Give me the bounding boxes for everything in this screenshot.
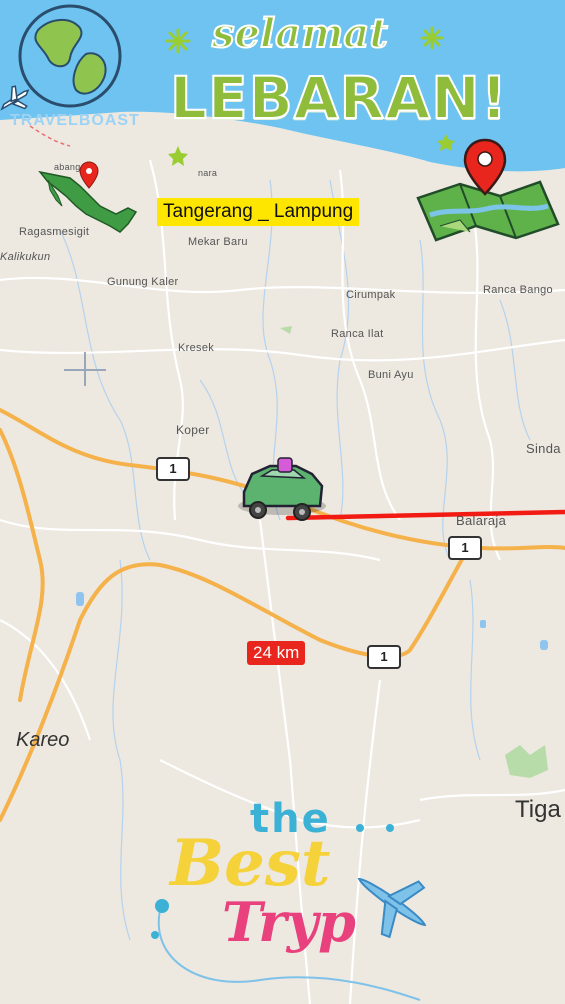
location-pin-small-icon — [79, 161, 99, 189]
greeting-sticker: selamat LEBARAN! — [156, 6, 508, 166]
place-ranca-bango: Ranca Bango — [483, 284, 553, 296]
place-kalikukun: Kalikukun — [0, 251, 51, 263]
place-ranca-ilat: Ranca Ilat — [331, 328, 384, 340]
location-pin-large-icon — [463, 138, 507, 196]
brand-watermark: TRAVELBOAST — [10, 112, 140, 129]
route-line — [285, 509, 565, 521]
car-icon[interactable] — [238, 457, 326, 521]
place-tiga: Tiga — [515, 796, 561, 823]
distance-badge: 24 km — [247, 641, 306, 665]
sticker-trip-text: Tryp — [222, 890, 356, 954]
place-gunung-kaler: Gunung Kaler — [107, 276, 179, 288]
place-nara: nara — [198, 168, 218, 178]
highway-shield: 1 — [156, 457, 190, 481]
place-kareo: Kareo — [16, 729, 70, 751]
highway-shield: 1 — [367, 645, 401, 669]
place-ragasmesigit: Ragasmesigit — [19, 226, 90, 238]
route-title: Tangerang _ Lampung — [157, 198, 360, 226]
ponds — [76, 592, 548, 650]
place-balaraja: Balaraja — [456, 513, 507, 528]
greeting-small-text: selamat — [211, 9, 389, 58]
place-sinda: Sinda — [526, 441, 561, 456]
crosshair-icon — [64, 352, 106, 386]
greeting-big-text: LEBARAN! — [169, 63, 509, 133]
highway-shield: 1 — [448, 536, 482, 560]
place-mekar-baru: Mekar Baru — [188, 236, 248, 248]
place-kresek: Kresek — [178, 342, 215, 354]
place-buni-ayu: Buni Ayu — [368, 369, 414, 381]
place-cabang: abang — [54, 162, 81, 172]
globe-icon — [18, 4, 122, 108]
place-cirumpak: Cirumpak — [346, 289, 396, 301]
place-koper: Koper — [176, 423, 210, 437]
